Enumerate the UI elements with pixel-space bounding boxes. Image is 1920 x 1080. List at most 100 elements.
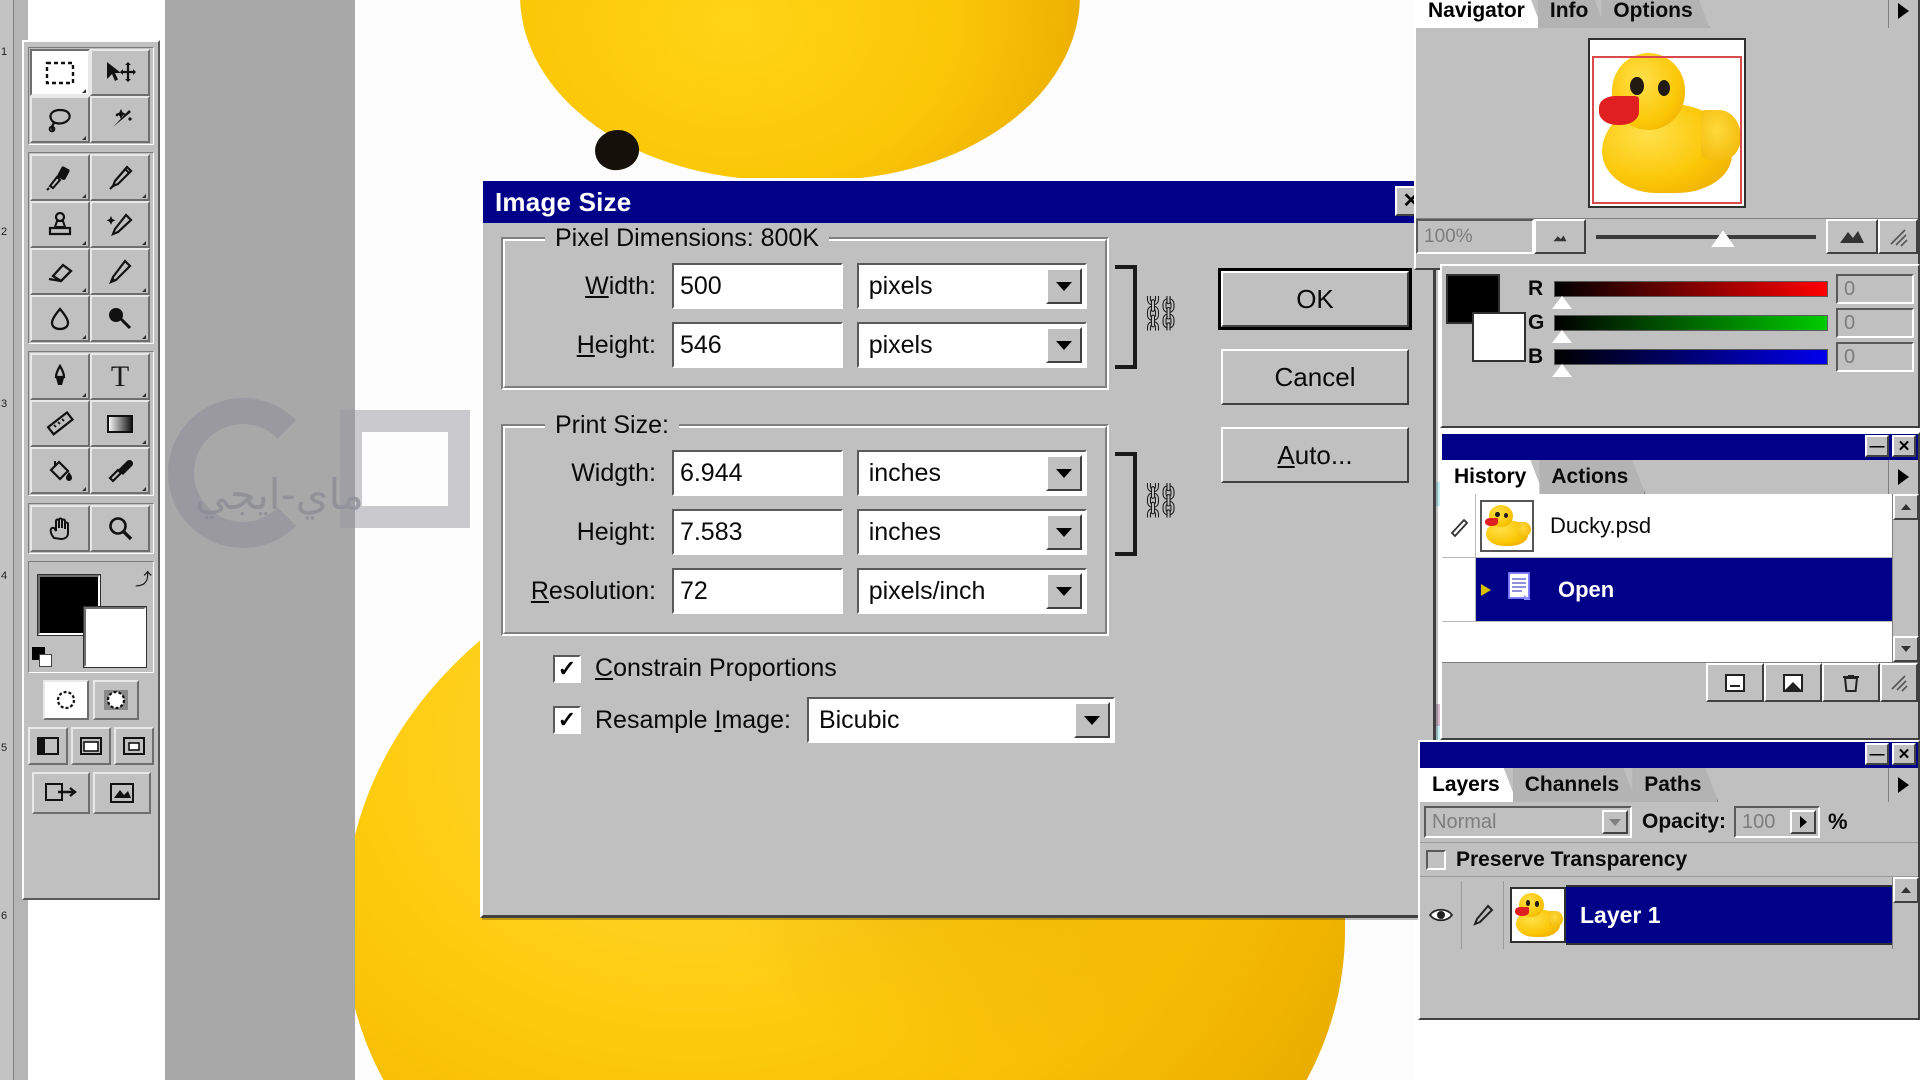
chevron-down-icon[interactable] [1045,268,1082,304]
new-snapshot-button[interactable] [1764,663,1822,702]
chevron-down-icon[interactable] [1045,514,1082,550]
tool-paint-bucket[interactable] [30,447,90,494]
navigator-controls[interactable]: 100% [1416,218,1918,254]
layers-close-button[interactable]: ✕ [1892,743,1916,765]
layers-menu-arrow-icon[interactable] [1888,768,1918,802]
channel-slider-b[interactable] [1552,349,1828,377]
pixel-height-input[interactable]: 546 [671,322,843,368]
ok-button[interactable]: OK [1218,268,1412,330]
resolution-input[interactable]: 72 [671,568,843,614]
tool-measure[interactable] [30,400,90,447]
channel-value-b[interactable]: 0 [1836,342,1914,372]
history-source-gutter[interactable] [1442,558,1476,621]
color-panel-background-swatch[interactable] [1472,312,1526,362]
tool-hand[interactable] [30,505,90,552]
layer-name-container[interactable]: Layer 1 [1566,885,1918,945]
layers-scrollbar[interactable] [1892,877,1919,949]
standard-screen-mode-button[interactable] [28,727,68,765]
layer-row[interactable]: Layer 1 [1420,881,1918,949]
full-screen-mode-button[interactable] [114,727,154,765]
tab-actions[interactable]: Actions [1539,460,1645,494]
history-tabrow[interactable]: History Actions [1442,460,1918,494]
print-height-input[interactable]: 7.583 [671,509,843,555]
history-close-button[interactable]: ✕ [1892,435,1916,457]
tab-paths[interactable]: Paths [1632,768,1718,802]
history-panel-footer[interactable] [1442,662,1918,702]
tool-magic-wand[interactable] [90,96,150,143]
tool-type[interactable]: T [90,353,150,400]
quick-mask-mode-button[interactable] [93,680,139,720]
history-panel-titlebar[interactable]: — ✕ [1442,434,1918,460]
layers-panel-title-buttons[interactable]: — ✕ [1865,743,1916,765]
mask-mode-row[interactable] [24,680,158,720]
full-screen-menubar-button[interactable] [71,727,111,765]
pixel-height-unit-select[interactable]: pixels [856,322,1087,368]
navigator-panel[interactable]: Navigator Info Options 100% [1414,0,1920,270]
opacity-slider-arrow-icon[interactable] [1790,810,1817,834]
preserve-transparency-checkbox[interactable] [1426,849,1446,870]
toolbox[interactable]: T ⤴ [22,40,160,900]
jump-button-row[interactable] [24,772,158,814]
layer-active-tool-indicator[interactable] [1462,881,1504,949]
history-scrollbar[interactable] [1892,494,1919,662]
tool-gradient[interactable] [90,400,150,447]
history-menu-arrow-icon[interactable] [1888,460,1918,494]
history-panel[interactable]: — ✕ History Actions Ducky.psd Open [1440,432,1920,740]
cancel-button[interactable]: Cancel [1221,349,1409,405]
preserve-transparency-row[interactable]: Preserve Transparency [1420,842,1918,876]
print-width-unit-select[interactable]: inches [856,450,1087,496]
navigator-thumbnail[interactable] [1588,38,1746,208]
screen-mode-row[interactable] [24,727,158,765]
channel-slider-r[interactable] [1552,281,1828,309]
layer-options-row[interactable]: Normal Opacity: 100 % [1420,802,1918,842]
zoom-out-button[interactable] [1534,219,1586,254]
blend-mode-select[interactable]: Normal [1424,806,1632,838]
history-list[interactable]: Ducky.psd Open [1442,494,1919,662]
layers-scroll-up-button[interactable] [1893,877,1919,903]
auto-button[interactable]: Auto... [1221,427,1409,483]
tool-move[interactable] [90,49,150,96]
tool-dodge-burn[interactable] [90,295,150,342]
history-snapshot-row[interactable]: Ducky.psd [1442,494,1918,558]
history-scroll-up-button[interactable] [1893,494,1919,520]
resample-image-row[interactable]: ✓ Resample Image: Bicubic [553,697,1415,743]
tool-rectangular-marquee[interactable] [30,49,90,96]
dialog-titlebar[interactable]: Image Size ✕ [483,181,1433,223]
channel-slider-g[interactable] [1552,315,1828,343]
tool-eraser[interactable] [30,248,90,295]
channel-thumb-b[interactable] [1552,364,1572,377]
resample-method-select[interactable]: Bicubic [806,697,1115,743]
tool-paintbrush[interactable] [90,154,150,201]
default-colors-icon[interactable] [32,647,54,669]
print-width-input[interactable]: 6.944 [671,450,843,496]
layers-panel[interactable]: — ✕ Layers Channels Paths Normal Opacity… [1418,740,1920,1020]
color-panel[interactable]: R 0 G 0 B 0 [1440,264,1920,428]
navigator-view-box[interactable] [1592,56,1742,204]
tab-layers[interactable]: Layers [1420,768,1517,802]
pixel-width-input[interactable]: 500 [671,263,843,309]
tool-zoom[interactable] [90,505,150,552]
navigator-zoom-slider[interactable] [1586,219,1826,254]
channel-value-r[interactable]: 0 [1836,274,1914,304]
layer-visibility-toggle[interactable] [1420,881,1462,949]
tool-pen[interactable] [30,353,90,400]
swap-colors-icon[interactable]: ⤴ [135,565,152,590]
chevron-down-icon[interactable] [1602,810,1628,834]
history-source-gutter[interactable] [1442,494,1476,557]
color-channel-sliders[interactable]: R 0 G 0 B 0 [1528,272,1914,380]
chevron-down-icon[interactable] [1045,455,1082,491]
history-minimize-button[interactable]: — [1865,435,1889,457]
navigator-tabrow[interactable]: Navigator Info Options [1416,0,1918,28]
navigator-menu-arrow-icon[interactable] [1888,0,1918,28]
history-panel-title-buttons[interactable]: — ✕ [1865,435,1916,457]
constrain-proportions-checkbox[interactable]: ✓ [553,654,581,683]
resolution-unit-select[interactable]: pixels/inch [856,568,1087,614]
history-state-row[interactable]: Open [1442,558,1918,622]
tab-channels[interactable]: Channels [1513,768,1637,802]
tab-navigator[interactable]: Navigator [1416,0,1542,28]
standard-mode-button[interactable] [43,680,89,720]
tool-rubber-stamp[interactable] [30,201,90,248]
navigator-zoom-input[interactable]: 100% [1416,219,1534,254]
tool-pencil[interactable] [90,248,150,295]
layers-tabrow[interactable]: Layers Channels Paths [1420,768,1918,802]
